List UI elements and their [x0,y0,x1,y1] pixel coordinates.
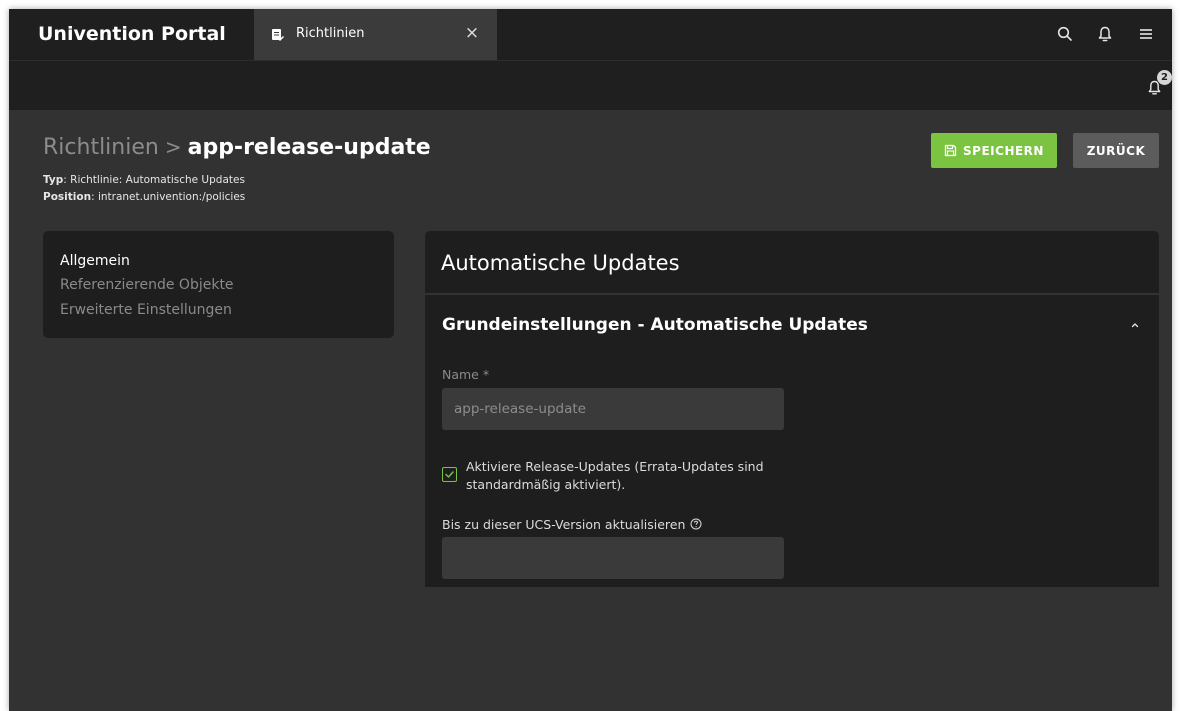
save-button[interactable]: SPEICHERN [931,133,1057,168]
policy-document-icon [272,29,284,41]
position-label: Position [43,191,92,203]
page-title: app-release-update [187,135,431,160]
breadcrumb-parent-link[interactable]: Richtlinien [43,135,159,160]
release-updates-checkbox-label[interactable]: Aktiviere Release-Updates (Errata-Update… [466,458,806,494]
section-grundeinstellungen: Grundeinstellungen - Automatische Update… [425,295,1159,587]
position-value: : intranet.univention:/policies [91,191,246,203]
tab-richtlinien[interactable]: Richtlinien × [254,9,497,60]
menu-icon[interactable] [1137,25,1155,43]
top-header-bar: Univention Portal Richtlinien × [9,9,1172,60]
portal-title[interactable]: Univention Portal [38,23,226,45]
nav-item-referenzierende-objekte[interactable]: Referenzierende Objekte [60,277,234,293]
save-icon [944,144,957,157]
back-button[interactable]: ZURÜCK [1073,133,1159,168]
notification-count-badge[interactable]: 2 [1157,70,1172,85]
breadcrumb-separator: > [164,135,182,159]
search-icon[interactable] [1056,25,1074,43]
help-icon[interactable] [690,518,702,530]
release-updates-checkbox[interactable] [442,467,457,482]
section-navigation: Allgemein Referenzierende Objekte Erweit… [43,231,394,338]
tab-label: Richtlinien [296,26,365,41]
notification-bar: 2 [9,60,1172,110]
nav-item-erweiterte-einstellungen[interactable]: Erweiterte Einstellungen [60,302,232,318]
nav-item-allgemein[interactable]: Allgemein [60,253,130,269]
type-label: Typ [43,174,64,186]
section-title[interactable]: Grundeinstellungen - Automatische Update… [442,315,868,335]
name-field-label: Name * [442,367,490,382]
panel-title: Automatische Updates [441,251,680,275]
breadcrumb: Richtlinien > app-release-update [43,135,431,160]
name-field[interactable] [442,388,784,430]
tab-close-icon[interactable]: × [463,24,481,42]
ucs-version-label: Bis zu dieser UCS-Version aktualisieren [442,517,686,532]
object-type-line: Typ: Richtlinie: Automatische Updates [43,174,245,186]
chevron-up-icon[interactable] [1128,318,1142,332]
portal-window: Univention Portal Richtlinien × 2 Richtl… [9,9,1172,711]
save-button-label: SPEICHERN [963,143,1044,158]
panel-header: Automatische Updates [425,231,1159,293]
bell-icon[interactable] [1096,25,1114,43]
object-position-line: Position: intranet.univention:/policies [43,191,245,203]
back-button-label: ZURÜCK [1086,143,1146,158]
ucs-version-field[interactable] [442,537,784,579]
type-value: : Richtlinie: Automatische Updates [63,174,245,186]
